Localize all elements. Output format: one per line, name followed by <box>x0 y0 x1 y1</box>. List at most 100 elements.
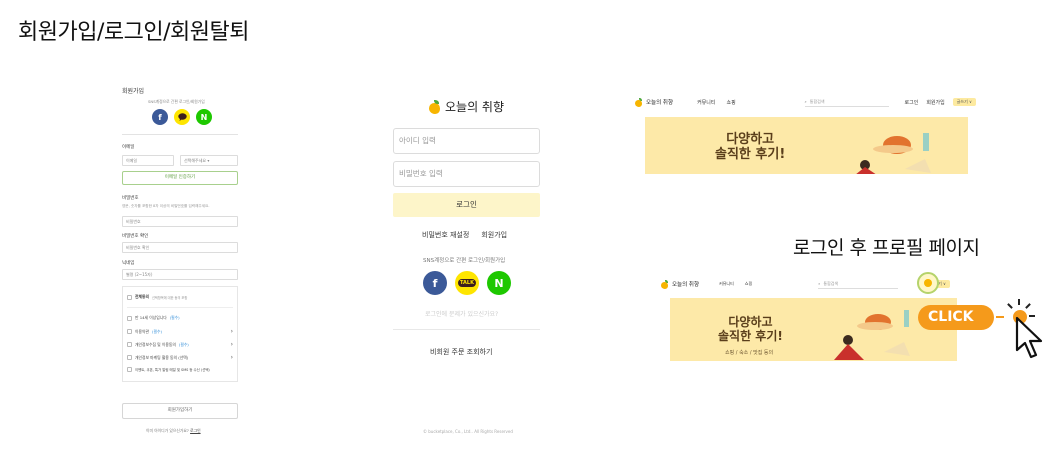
site-nav: 커뮤니티 쇼핑 <box>697 99 736 106</box>
signup-sns-hint: SNS계정으로 간편 로그인/회원가입 <box>148 99 205 104</box>
email-local-input[interactable]: 이메일 <box>122 155 174 166</box>
copyright: © bucketplace, Co., Ltd.. All Rights Res… <box>423 429 513 434</box>
page-title: 회원가입/로그인/회원탈퇴 <box>18 20 249 45</box>
agree-item[interactable]: 개인정보수집 및 이용동의 (필수) › <box>127 341 233 348</box>
site-header: 오늘의 취향 커뮤니티 쇼핑 ⌕ 통합검색 글쓰기 ∨ <box>655 278 960 290</box>
divider <box>122 134 238 135</box>
banner-headline: 다양하고 솔직한 후기! <box>718 315 783 344</box>
email-domain-value: 선택해주세요 <box>184 158 207 163</box>
email-label: 이메일 <box>122 145 135 150</box>
avatar-icon <box>924 279 932 287</box>
profile-page-caption: 로그인 후 프로필 페이지 <box>793 237 980 259</box>
agree-all-label: 전체동의 <box>135 294 149 299</box>
kakao-login-button[interactable] <box>174 109 190 125</box>
mango-logo-icon <box>428 99 440 114</box>
password-input[interactable]: 비밀번호 <box>122 216 238 227</box>
agree-item[interactable]: 만 14세 이상입니다 (필수) <box>127 315 233 321</box>
nav-shopping[interactable]: 쇼핑 <box>726 99 735 106</box>
kakao-talk-icon: TALK <box>458 279 476 287</box>
site-header-right: 로그인 회원가입 글쓰기 ∨ <box>905 98 976 106</box>
nickname-input[interactable]: 별명 (2~15자) <box>122 269 238 280</box>
password-confirm-label: 비밀번호 확인 <box>122 234 149 239</box>
agree-item-label: 이용약관 <box>135 328 149 334</box>
reset-password-link[interactable]: 비밀번호 재설정 <box>422 230 469 240</box>
sns-login-row: f TALK N <box>423 271 511 295</box>
password-confirm-input[interactable]: 비밀번호 확인 <box>122 242 238 253</box>
required-tag: (필수) <box>169 315 180 320</box>
login-link[interactable]: 로그인 <box>905 99 919 106</box>
guest-order-lookup-link[interactable]: 비회원 주문 조회하기 <box>430 347 492 357</box>
agree-item[interactable]: 이용약관 (필수) › <box>127 328 233 335</box>
site-logo[interactable]: 오늘의 취향 <box>661 279 700 289</box>
site-preview-logged-out: 오늘의 취향 커뮤니티 쇼핑 ⌕ 통합검색 로그인 회원가입 글쓰기 ∨ 다양하… <box>630 90 980 176</box>
checkbox-icon <box>127 367 132 372</box>
checkbox-icon <box>127 355 132 360</box>
email-domain-select[interactable]: 선택해주세요 ▾ <box>180 155 238 166</box>
profile-avatar-button[interactable] <box>917 272 939 294</box>
login-button[interactable]: 로그인 <box>393 193 540 217</box>
mango-logo-icon <box>635 97 643 107</box>
checkbox-icon <box>127 294 132 300</box>
chevron-right-icon[interactable]: › <box>231 328 233 335</box>
hero-banner[interactable]: 다양하고 솔직한 후기! <box>645 117 968 174</box>
naver-icon: N <box>494 276 504 290</box>
site-preview-logged-in: 오늘의 취향 커뮤니티 쇼핑 ⌕ 통합검색 글쓰기 ∨ 다양하고 솔직한 후기!… <box>655 277 960 363</box>
banner-headline: 다양하고 솔직한 후기! <box>715 132 786 163</box>
click-callout: CLICK <box>918 305 1004 330</box>
password-input[interactable]: 비밀번호 입력 <box>393 161 540 187</box>
login-links: 비밀번호 재설정 회원가입 <box>422 230 507 240</box>
signup-form: 회원가입 SNS계정으로 간편 로그인/회원가입 f N 이메일 이메일 선택해… <box>118 82 242 442</box>
agree-item-label: 개인정보수집 및 이용동의 <box>135 341 176 347</box>
chevron-right-icon[interactable]: › <box>231 341 233 348</box>
search-input[interactable]: ⌕ 통합검색 <box>804 97 889 107</box>
facebook-icon: f <box>158 112 162 122</box>
nav-community[interactable]: 커뮤니티 <box>697 99 715 106</box>
site-header: 오늘의 취향 커뮤니티 쇼핑 ⌕ 통합검색 로그인 회원가입 글쓰기 ∨ <box>630 96 980 108</box>
checkbox-icon <box>127 329 132 334</box>
nav-shopping[interactable]: 쇼핑 <box>745 281 752 287</box>
agree-item-label: 이벤트, 쿠폰, 특가 알림 메일 및 SMS 등 수신 (선택) <box>135 368 210 372</box>
sns-login-text: SNS계정으로 간편 로그인/회원가입 <box>423 258 506 264</box>
signup-submit-button[interactable]: 회원가입하기 <box>122 403 238 419</box>
search-icon: ⌕ <box>804 99 807 104</box>
divider <box>393 329 540 330</box>
checkbox-icon <box>127 342 132 347</box>
callout-dash <box>996 316 1004 318</box>
naver-login-button[interactable]: N <box>487 271 511 295</box>
signup-link[interactable]: 회원가입 <box>926 99 944 106</box>
naver-icon: N <box>200 112 208 122</box>
login-help-link[interactable]: 로그인에 문제가 있으신가요? <box>425 309 498 318</box>
agree-item[interactable]: 개인정보 마케팅 활용 동의 (선택) › <box>127 354 233 361</box>
facebook-login-button[interactable]: f <box>423 271 447 295</box>
banner-illustration <box>856 133 931 174</box>
search-input[interactable]: ⌕ 통합검색 <box>818 279 899 289</box>
banner-subtext: 쇼핑 / 숙소 / 맛집 등의 <box>725 350 774 356</box>
kakao-login-button[interactable]: TALK <box>455 271 479 295</box>
banner-line-1: 다양하고 <box>726 132 775 147</box>
naver-login-button[interactable]: N <box>196 109 212 125</box>
required-tag: (필수) <box>151 328 162 334</box>
password-label: 비밀번호 <box>122 196 139 201</box>
site-logo[interactable]: 오늘의 취향 <box>635 97 673 107</box>
required-tag: (필수) <box>178 341 189 347</box>
nav-community[interactable]: 커뮤니티 <box>719 281 734 287</box>
terms-agreement-box: 전체동의 선택항목에 대한 동의 포함 만 14세 이상입니다 (필수) 이용약… <box>122 286 238 382</box>
site-nav: 커뮤니티 쇼핑 <box>719 281 752 287</box>
login-link[interactable]: 로그인 <box>190 428 200 433</box>
site-logo-text: 오늘의 취향 <box>672 282 700 288</box>
signup-link[interactable]: 회원가입 <box>481 230 507 240</box>
chevron-right-icon[interactable]: › <box>231 354 233 361</box>
id-input[interactable]: 아이디 입력 <box>393 128 540 154</box>
brand-logo[interactable]: 오늘의 취향 <box>428 98 504 115</box>
banner-line-2: 솔직한 후기! <box>718 328 783 343</box>
signup-title: 회원가입 <box>122 88 145 95</box>
banner-line-2: 솔직한 후기! <box>715 146 786 162</box>
agree-all-checkbox[interactable]: 전체동의 선택항목에 대한 동의 포함 <box>127 294 233 300</box>
divider <box>127 307 233 308</box>
hero-banner[interactable]: 다양하고 솔직한 후기! 쇼핑 / 숙소 / 맛집 등의 <box>670 298 957 361</box>
facebook-login-button[interactable]: f <box>152 109 168 125</box>
email-verify-button[interactable]: 이메일 인증하기 <box>122 171 238 185</box>
agree-item[interactable]: 이벤트, 쿠폰, 특가 알림 메일 및 SMS 등 수신 (선택) <box>127 367 233 372</box>
write-button[interactable]: 글쓰기 ∨ <box>952 98 976 106</box>
facebook-icon: f <box>432 276 438 290</box>
